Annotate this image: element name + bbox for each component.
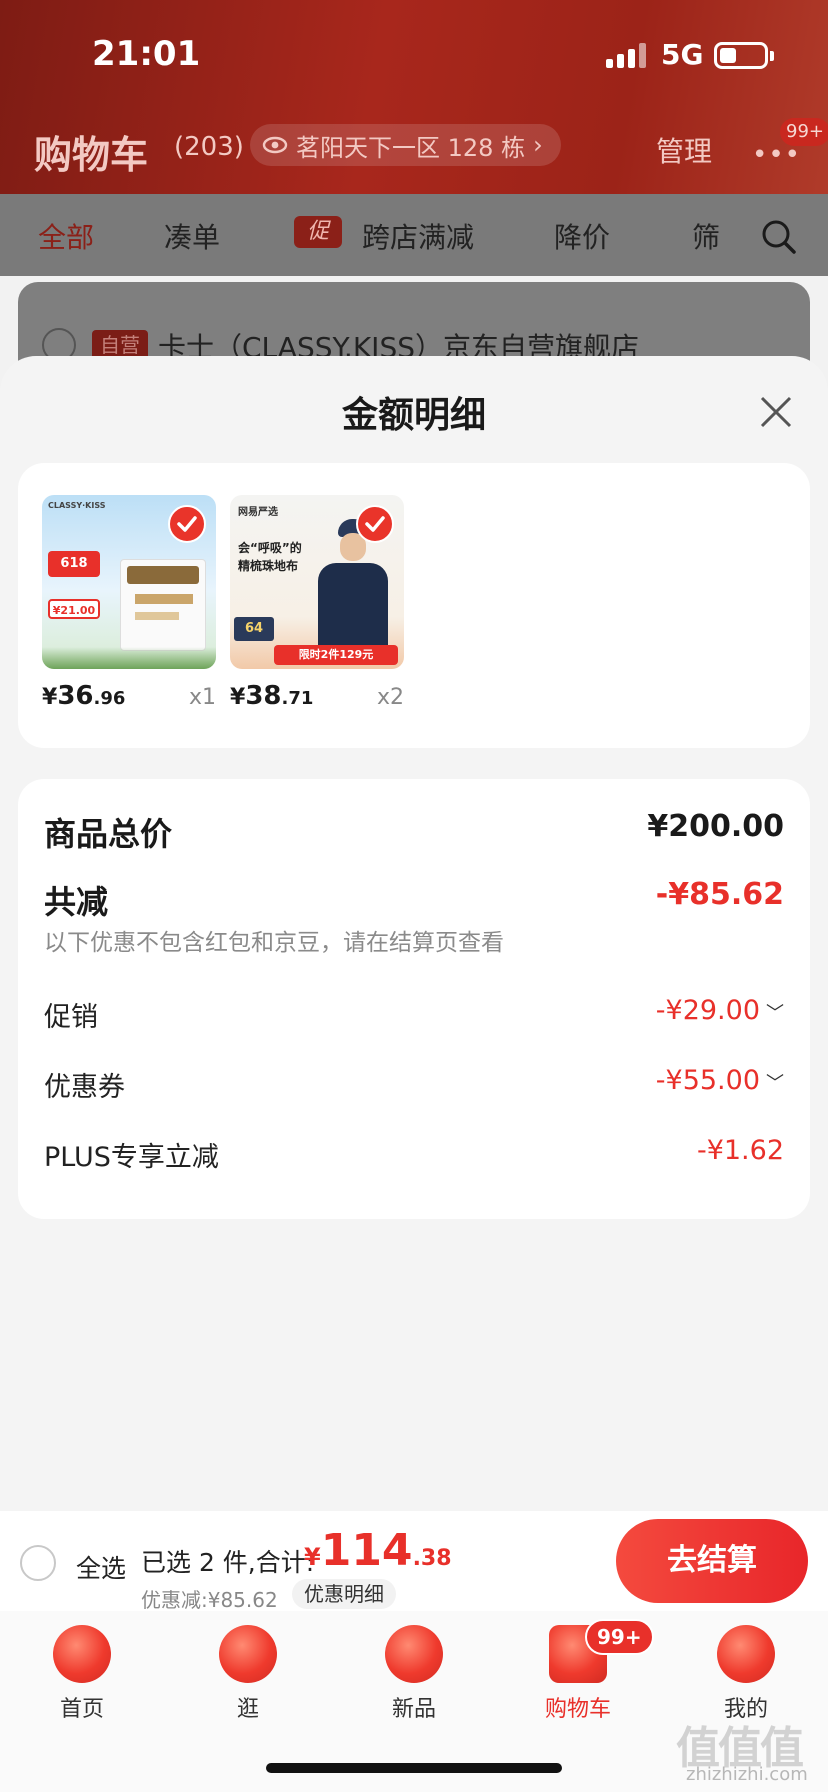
total-value: ¥200.00 <box>647 809 784 844</box>
status-time: 21:01 <box>92 34 201 74</box>
product-headline: 精梳珠地布 <box>238 559 299 573</box>
checkout-bar: 全选 已选 2 件,合计: ¥114.38 优惠减:¥85.62 优惠明细 去结… <box>0 1511 828 1612</box>
product-list-card: CLASSY·KISS 618 ¥21.00 ¥36.96 x1 网易严选 会“… <box>18 463 810 748</box>
plus-row: PLUS专享立减 -¥1.62 <box>44 1135 784 1174</box>
product-price-row: ¥36.96 x1 <box>42 681 216 717</box>
tab-home[interactable]: 首页 <box>22 1625 142 1723</box>
coupon-value-group: -¥55.00 ﹀ <box>656 1065 784 1096</box>
search-icon[interactable] <box>760 218 798 256</box>
coupon-row[interactable]: 优惠券 -¥55.00 ﹀ <box>44 1065 784 1104</box>
status-bar: 21:01 5G <box>0 0 828 110</box>
amount-breakdown-card: 商品总价 ¥200.00 共减 -¥85.62 以下优惠不包含红包和京豆，请在结… <box>18 779 810 1219</box>
product-item[interactable]: CLASSY·KISS 618 ¥21.00 ¥36.96 x1 <box>42 495 216 717</box>
sheet-title: 金额明细 <box>341 395 486 436</box>
gift-box-icon <box>385 1625 443 1683</box>
tab-label: 逛 <box>236 1697 259 1722</box>
discount-note-text: 以下优惠不包含红包和京豆，请在结算页查看 <box>44 930 504 956</box>
price-currency: ¥ <box>42 685 58 710</box>
home-icon <box>53 1625 111 1683</box>
product-package-art <box>120 559 206 651</box>
coupon-label: 优惠券 <box>44 1072 125 1103</box>
promotion-label: 促销 <box>44 1002 98 1033</box>
product-promo-price: ¥21.00 <box>48 599 100 619</box>
filter-bundle[interactable]: 凑单 <box>164 216 220 256</box>
tab-label: 新品 <box>391 1697 436 1722</box>
watermark-url: zhizhizhi.com <box>686 1764 808 1785</box>
selected-check-icon <box>356 505 394 543</box>
checkout-total: ¥114.38 <box>304 1525 452 1576</box>
total-decimal: .38 <box>412 1546 452 1571</box>
total-row: 商品总价 ¥200.00 <box>44 809 784 855</box>
price-integer: 36 <box>57 681 94 711</box>
product-brand-label: 网易严选 <box>238 507 278 518</box>
discount-detail-button[interactable]: 优惠明细 <box>292 1579 396 1609</box>
tab-label: 购物车 <box>544 1697 611 1722</box>
more-badge: 99+ <box>780 118 828 146</box>
product-brand-label: CLASSY·KISS <box>48 501 106 510</box>
amount-detail-sheet: 金额明细 CLASSY·KISS 618 ¥21.00 ¥36.96 x1 网易… <box>0 356 828 1511</box>
battery-icon <box>714 42 774 69</box>
address-selector[interactable]: 茗阳天下一区 128 栋 › <box>250 124 561 166</box>
reduce-value: -¥85.62 <box>655 877 784 912</box>
close-icon[interactable] <box>754 390 798 434</box>
product-price-tag: 64 <box>234 617 274 641</box>
cart-badge: 99+ <box>585 1619 654 1655</box>
filter-bar: 全部 凑单 促 跨店满减 降价 筛 <box>0 194 828 276</box>
total-label: 商品总价 <box>44 815 173 853</box>
price-decimal: .96 <box>93 688 126 709</box>
promo-tag: 促 <box>294 216 342 248</box>
filter-screen[interactable]: 筛 <box>692 216 720 256</box>
manage-button[interactable]: 管理 <box>656 130 712 170</box>
address-text: 茗阳天下一区 128 栋 <box>296 133 526 162</box>
tab-new[interactable]: 新品 <box>354 1625 474 1723</box>
plus-label: PLUS专享立减 <box>44 1142 219 1173</box>
total-integer: 114 <box>320 1525 413 1576</box>
product-image-classy-kiss[interactable]: CLASSY·KISS 618 ¥21.00 <box>42 495 216 669</box>
selected-summary: 已选 2 件,合计: <box>141 1548 315 1577</box>
select-all-checkbox[interactable] <box>20 1545 56 1581</box>
coupon-value: -¥55.00 <box>655 1065 760 1096</box>
product-price-row: ¥38.71 x2 <box>230 681 404 717</box>
product-promo-badge: 618 <box>48 551 100 577</box>
tab-browse[interactable]: 逛 <box>188 1625 308 1723</box>
filter-price-drop[interactable]: 降价 <box>554 216 610 256</box>
filter-cross-store[interactable]: 跨店满减 <box>362 216 474 256</box>
product-headline: 会“呼吸”的 <box>238 541 302 555</box>
promotion-value: -¥29.00 <box>655 995 760 1026</box>
product-item[interactable]: 网易严选 会“呼吸”的 精梳珠地布 64 限时2件129元 ¥38.71 x2 <box>230 495 404 717</box>
product-quantity: x2 <box>376 685 404 710</box>
promotion-value-group: -¥29.00 ﹀ <box>656 995 784 1026</box>
discount-note: 以下优惠不包含红包和京豆，请在结算页查看 <box>44 923 784 957</box>
product-limited-banner: 限时2件129元 <box>274 645 398 665</box>
reduce-label: 共减 <box>44 883 109 921</box>
chevron-down-icon[interactable]: ﹀ <box>766 999 784 1025</box>
chevron-right-icon: › <box>533 131 543 159</box>
filter-all[interactable]: 全部 <box>38 216 94 256</box>
tab-label: 首页 <box>59 1697 104 1722</box>
plus-value: -¥1.62 <box>696 1135 784 1166</box>
page-title: 购物车 <box>34 133 149 177</box>
cart-count: (203) <box>174 132 244 162</box>
product-image-polo[interactable]: 网易严选 会“呼吸”的 精梳珠地布 64 限时2件129元 <box>230 495 404 669</box>
tab-me[interactable]: 我的 <box>686 1625 806 1723</box>
checkout-button[interactable]: 去结算 <box>616 1519 808 1603</box>
promotion-row[interactable]: 促销 -¥29.00 ﹀ <box>44 995 784 1034</box>
signal-icon <box>606 42 646 68</box>
chevron-down-icon[interactable]: ﹀ <box>766 1069 784 1095</box>
user-icon <box>717 1625 775 1683</box>
price-integer: 38 <box>245 681 282 711</box>
discount-amount: 优惠减:¥85.62 <box>141 1588 278 1612</box>
network-label: 5G <box>661 38 704 71</box>
total-currency: ¥ <box>304 1543 321 1571</box>
selected-check-icon <box>168 505 206 543</box>
eye-icon <box>262 136 288 154</box>
select-all-label[interactable]: 全选 <box>76 1549 126 1585</box>
home-indicator[interactable] <box>266 1763 562 1773</box>
price-decimal: .71 <box>281 688 314 709</box>
browse-icon <box>219 1625 277 1683</box>
product-quantity: x1 <box>188 685 216 710</box>
price-currency: ¥ <box>230 685 246 710</box>
reduce-row: 共减 -¥85.62 <box>44 877 784 923</box>
